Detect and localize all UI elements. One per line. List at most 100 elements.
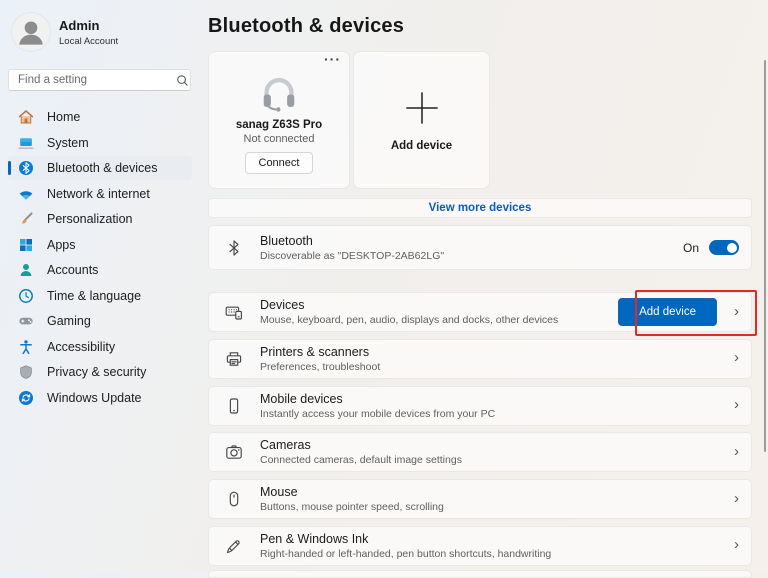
clock-icon <box>18 288 34 304</box>
person-icon <box>19 21 43 45</box>
sidebar-item-label: Apps <box>47 237 76 252</box>
add-device-card[interactable]: Add device <box>353 51 490 189</box>
page-title: Bluetooth & devices <box>208 15 405 37</box>
row-subtitle: Right-handed or left-handed, pen button … <box>260 547 552 560</box>
wifi-icon <box>18 186 34 202</box>
sidebar-item-network-internet[interactable]: Network & internet <box>8 182 192 206</box>
sidebar-item-time-language[interactable]: Time & language <box>8 284 192 308</box>
sidebar-nav: Home System Bluetooth & devices Network … <box>8 105 192 411</box>
row-subtitle: Instantly access your mobile devices fro… <box>260 407 496 420</box>
search-input[interactable] <box>9 74 176 86</box>
sidebar-item-home[interactable]: Home <box>8 105 192 129</box>
chevron-right-icon: › <box>734 442 739 460</box>
toggle-knob <box>726 242 737 253</box>
sidebar-item-label: System <box>47 135 89 150</box>
sidebar-item-accessibility[interactable]: Accessibility <box>8 335 192 359</box>
bluetooth-toggle-row: Bluetooth Discoverable as "DESKTOP-2AB62… <box>208 225 752 270</box>
settings-sidebar: Admin Local Account Home System Bluetoot… <box>0 0 200 572</box>
sidebar-item-gaming[interactable]: Gaming <box>8 309 192 333</box>
more-options-icon[interactable]: ··· <box>324 51 341 67</box>
sidebar-item-label: Personalization <box>47 212 133 226</box>
sidebar-item-accounts[interactable]: Accounts <box>8 258 192 282</box>
account-name: Admin <box>59 17 100 33</box>
settings-row-mobile-devices[interactable]: Mobile devices Instantly access your mob… <box>208 385 752 426</box>
sidebar-item-label: Home <box>47 110 81 124</box>
chevron-right-icon: › <box>734 302 739 320</box>
shield-icon <box>18 364 34 380</box>
home-icon <box>18 109 34 125</box>
settings-row-mouse[interactable]: Mouse Buttons, mouse pointer speed, scro… <box>208 479 752 520</box>
bluetooth-rune-icon <box>224 238 244 258</box>
sidebar-item-personalization[interactable]: Personalization <box>8 207 192 231</box>
sidebar-item-bluetooth-devices[interactable]: Bluetooth & devices <box>8 156 192 180</box>
view-more-devices-link[interactable]: View more devices <box>208 198 752 218</box>
toggle-state-label: On <box>682 240 699 255</box>
device-status: Not connected <box>243 133 315 145</box>
printer-icon <box>224 349 244 369</box>
sidebar-item-label: Bluetooth & devices <box>47 161 158 175</box>
row-title: Pen & Windows Ink <box>260 531 369 546</box>
sidebar-item-label: Accounts <box>47 263 99 277</box>
row-title: Mobile devices <box>260 391 343 406</box>
pen-icon <box>224 536 244 556</box>
sidebar-item-label: Privacy & security <box>47 365 147 379</box>
settings-row-pen-windows-ink[interactable]: Pen & Windows Ink Right-handed or left-h… <box>208 525 752 566</box>
sidebar-item-label: Gaming <box>47 314 91 328</box>
sidebar-item-privacy-security[interactable]: Privacy & security <box>8 360 192 384</box>
main-content: Bluetooth & devices ··· sanag Z63S Pro N… <box>208 0 757 573</box>
sidebar-item-label: Network & internet <box>47 186 150 201</box>
apps-grid-icon <box>18 237 34 253</box>
chevron-right-icon: › <box>734 489 739 507</box>
system-icon <box>18 135 34 151</box>
account-info: Admin Local Account <box>12 13 118 51</box>
row-title: Cameras <box>260 438 311 453</box>
headphones-icon <box>256 72 302 116</box>
chevron-right-icon: › <box>734 349 739 367</box>
device-name: sanag Z63S Pro <box>235 119 323 131</box>
account-type: Local Account <box>59 35 119 47</box>
smartphone-icon <box>224 396 244 416</box>
row-title: Bluetooth <box>260 233 313 248</box>
search-box[interactable] <box>8 69 191 91</box>
row-title: Printers & scanners <box>260 344 370 359</box>
row-title: Devices <box>260 298 305 312</box>
sidebar-item-label: Time & language <box>47 288 142 303</box>
paintbrush-icon <box>18 211 34 227</box>
update-arrows-icon <box>18 390 34 406</box>
settings-row-devices[interactable]: Devices Mouse, keyboard, pen, audio, dis… <box>208 290 757 336</box>
add-device-button[interactable]: Add device <box>618 298 717 326</box>
row-subtitle: Discoverable as "DESKTOP-2AB62LG" <box>260 249 445 262</box>
sidebar-item-label: Windows Update <box>47 390 142 405</box>
bluetooth-toggle[interactable] <box>709 240 739 255</box>
scrollbar-thumb[interactable] <box>764 60 766 452</box>
chevron-right-icon: › <box>734 396 739 414</box>
row-subtitle: Buttons, mouse pointer speed, scrolling <box>260 501 444 514</box>
device-card-headset: ··· sanag Z63S Pro Not connected Connect <box>208 51 350 189</box>
person-icon <box>18 262 34 278</box>
settings-rows: Devices Mouse, keyboard, pen, audio, dis… <box>208 290 757 573</box>
row-subtitle: Preferences, troubleshoot <box>260 360 381 373</box>
devices-icon <box>224 302 244 322</box>
row-title: Mouse <box>260 485 298 500</box>
gamepad-icon <box>18 313 34 329</box>
camera-icon <box>224 442 244 462</box>
sidebar-item-label: Accessibility <box>47 339 116 354</box>
settings-row-printers-scanners[interactable]: Printers & scanners Preferences, trouble… <box>208 338 752 379</box>
sidebar-item-windows-update[interactable]: Windows Update <box>8 386 192 410</box>
chevron-right-icon: › <box>734 536 739 554</box>
row-subtitle: Mouse, keyboard, pen, audio, displays an… <box>260 314 559 326</box>
sidebar-item-system[interactable]: System <box>8 131 192 155</box>
bluetooth-icon <box>18 160 34 176</box>
accessibility-person-icon <box>18 339 34 355</box>
search-icon <box>176 74 189 87</box>
settings-row-cameras[interactable]: Cameras Connected cameras, default image… <box>208 432 752 473</box>
mouse-icon <box>224 489 244 509</box>
plus-icon <box>403 89 441 127</box>
selected-indicator <box>8 161 11 175</box>
device-cards: ··· sanag Z63S Pro Not connected Connect… <box>208 51 490 189</box>
connect-button[interactable]: Connect <box>244 152 314 174</box>
row-subtitle: Connected cameras, default image setting… <box>260 454 462 467</box>
avatar <box>12 13 50 51</box>
add-device-label: Add device <box>390 139 453 152</box>
sidebar-item-apps[interactable]: Apps <box>8 233 192 257</box>
